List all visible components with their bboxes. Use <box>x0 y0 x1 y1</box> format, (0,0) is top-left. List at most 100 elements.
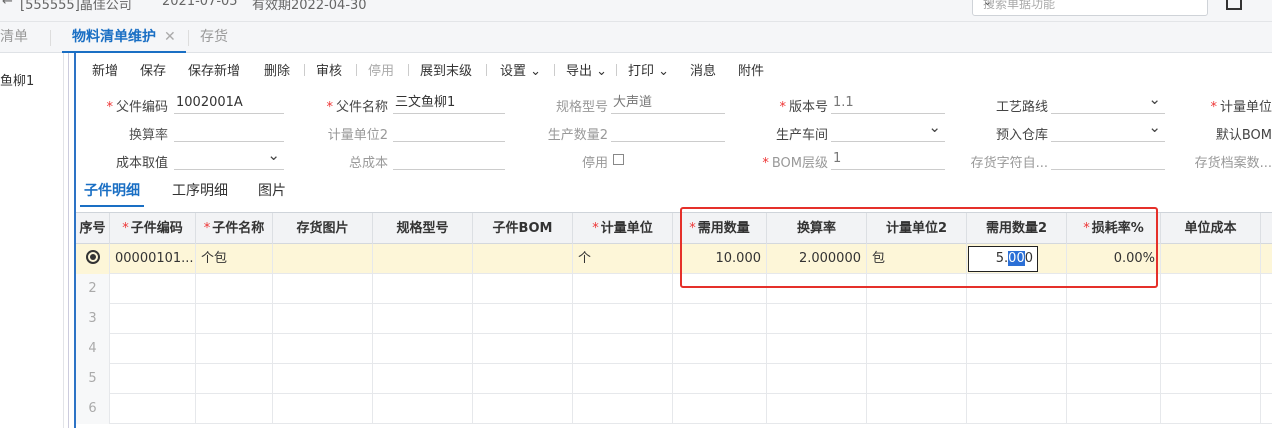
cost-select[interactable] <box>174 144 284 170</box>
tab-bom-maintain[interactable]: 物料清单维护 ✕ <box>62 22 186 53</box>
table-row[interactable]: 2 <box>76 274 1272 304</box>
parent-name-field[interactable]: 三文鱼柳1 <box>393 92 505 114</box>
tab-divider <box>50 30 51 46</box>
org-name: [555555]晶佳公司 <box>20 0 132 13</box>
warehouse-select[interactable] <box>1051 116 1165 142</box>
workshop-select[interactable] <box>831 116 945 142</box>
route-label: 工艺路线 <box>995 100 1048 115</box>
bom-level-label: * BOM层级 <box>762 156 828 171</box>
qty2-edit-input[interactable]: 5.000 <box>968 246 1038 272</box>
toolbar-divider <box>486 64 487 76</box>
unit2-label: 计量单位2 <box>327 128 388 143</box>
spec-field[interactable]: 大声道 <box>611 92 725 114</box>
cell-img[interactable] <box>273 244 373 274</box>
audit-button[interactable]: 审核 <box>316 60 342 79</box>
cell-unit[interactable]: 个 <box>573 244 673 274</box>
gear-icon[interactable] <box>85 250 100 264</box>
table-row[interactable]: 6 <box>76 394 1272 424</box>
disable-checkbox[interactable] <box>613 154 624 165</box>
tab-bar: 清单 物料清单维护 ✕ 存货 <box>0 22 1272 53</box>
chevron-down-icon[interactable]: ⌄ <box>983 0 1201 8</box>
parent-code-label: * 父件编码 <box>106 100 168 115</box>
rate-field[interactable] <box>174 120 284 142</box>
cell-name[interactable]: 个包 <box>196 244 273 274</box>
toolbar-divider <box>616 64 617 76</box>
workshop-label: 生产车间 <box>775 128 828 143</box>
expand-button[interactable]: 展到末级 <box>420 60 472 79</box>
table-row[interactable]: 3 <box>76 304 1272 334</box>
valid-period: 有效期2022-04-30 <box>252 0 367 13</box>
col-img[interactable]: 存货图片 <box>273 213 373 244</box>
disable-button[interactable]: 停用 <box>368 60 394 79</box>
qty2-field[interactable] <box>611 120 725 142</box>
col-name[interactable]: * 子件名称 <box>196 213 273 244</box>
tab-process-detail[interactable]: 工序明细 <box>172 180 228 200</box>
parent-code-field[interactable]: 1002001A <box>174 92 284 114</box>
table-row[interactable]: 5 <box>76 364 1272 394</box>
inv-file-label: 存货档案数... <box>1194 156 1272 171</box>
tab-images[interactable]: 图片 <box>258 180 286 200</box>
cell-loss[interactable]: 0.00% <box>1067 244 1161 274</box>
col-loss[interactable]: * 损耗率% <box>1067 213 1161 244</box>
tab-inventory[interactable]: 存货 <box>200 22 228 53</box>
col-rate[interactable]: 换算率 <box>767 213 867 244</box>
col-bom[interactable]: 子件BOM <box>473 213 573 244</box>
col-idx: 序号 <box>76 213 110 244</box>
cell-qty[interactable]: 10.000 <box>673 244 767 274</box>
new-button[interactable]: 新增 <box>92 60 118 79</box>
col-code[interactable]: * 子件编码 <box>110 213 196 244</box>
save-button[interactable]: 保存 <box>140 60 166 79</box>
unit2-field[interactable] <box>393 120 505 142</box>
save-new-button[interactable]: 保存新增 <box>188 60 240 79</box>
search-input[interactable]: 搜索单据功能 ⌄ <box>972 0 1208 16</box>
col-qty[interactable]: * 需用数量 <box>673 213 767 244</box>
col-unit2[interactable]: 计量单位2 <box>867 213 967 244</box>
col-unit[interactable]: * 计量单位 <box>573 213 673 244</box>
inv-char-field[interactable] <box>1051 148 1165 170</box>
settings-menu[interactable]: 设置 ⌄ <box>500 60 541 79</box>
total-cost-label: 总成本 <box>348 156 388 171</box>
attachment-button[interactable]: 附件 <box>738 60 764 79</box>
version-label: * 版本号 <box>779 100 828 115</box>
rate-label: 换算率 <box>128 128 168 143</box>
chevron-down-icon: ⌄ <box>592 64 608 79</box>
version-field[interactable]: 1.1 <box>831 92 945 114</box>
route-select[interactable] <box>1051 88 1165 114</box>
toolbar: 新增 保存 保存新增 删除 审核 停用 展到末级 设置 ⌄ 导出 ⌄ 打印 ⌄ … <box>78 54 1272 84</box>
disable-label: 停用 <box>581 156 608 171</box>
table-row[interactable]: 00000101... 个包 个 10.000 2.000000 包 5.000… <box>76 244 1272 274</box>
message-button[interactable]: 消息 <box>690 60 716 79</box>
delete-button[interactable]: 删除 <box>264 60 290 79</box>
cell-unit2[interactable]: 包 <box>867 244 967 274</box>
col-unitcost[interactable]: 单位成本 <box>1161 213 1261 244</box>
tab-child-detail[interactable]: 子件明细 <box>80 180 144 207</box>
tab-bom-list[interactable]: 清单 <box>0 22 28 53</box>
tree-item[interactable]: 鱼柳1 <box>0 70 34 89</box>
cost-label: 成本取值 <box>115 156 168 171</box>
col-qty2[interactable]: 需用数量2 <box>967 213 1067 244</box>
export-menu[interactable]: 导出 ⌄ <box>566 60 607 79</box>
total-cost-field[interactable] <box>393 148 505 170</box>
left-pane: 鱼柳1 <box>0 53 64 428</box>
header-form: * 父件编码 1002001A * 父件名称 三文鱼柳1 规格型号 大声道 * 版本号… <box>78 88 1272 180</box>
col-spec[interactable]: 规格型号 <box>373 213 473 244</box>
print-menu[interactable]: 打印 ⌄ <box>628 60 669 79</box>
row-settings[interactable] <box>76 244 110 274</box>
tab-divider <box>188 30 189 46</box>
chevron-down-icon: ⌄ <box>654 64 670 79</box>
bom-level-field[interactable]: 1 <box>831 148 945 170</box>
row-index: 2 <box>76 274 110 304</box>
table-row[interactable]: 4 <box>76 334 1272 364</box>
close-icon[interactable]: ✕ <box>164 29 176 45</box>
cell-rate[interactable]: 2.000000 <box>767 244 867 274</box>
cell-unitcost[interactable] <box>1161 244 1261 274</box>
cell-spec[interactable] <box>373 244 473 274</box>
back-icon[interactable]: ← <box>2 0 13 9</box>
tab-label: 物料清单维护 <box>72 29 156 45</box>
grid-header: 序号 * 子件编码 * 子件名称 存货图片 规格型号 子件BOM * 计量单位 * 需用… <box>76 213 1272 244</box>
toolbar-divider <box>554 64 555 76</box>
unit-label: * 计量单位 <box>1210 100 1272 115</box>
cell-code[interactable]: 00000101... <box>110 244 196 274</box>
home-icon[interactable] <box>1226 0 1242 10</box>
cell-bom[interactable] <box>473 244 573 274</box>
